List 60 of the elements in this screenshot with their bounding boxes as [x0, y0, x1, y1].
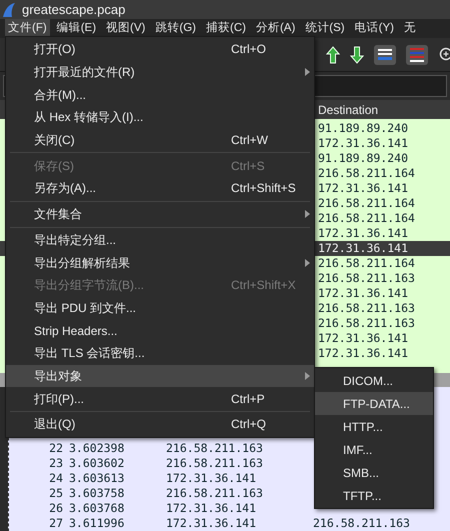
table-cell-text: 22 [48, 440, 63, 457]
table-cell-text: 25 [48, 484, 63, 502]
menu-bar-item[interactable]: 分析(A) [252, 19, 298, 38]
menu-item[interactable]: 合并(M)... [6, 83, 314, 106]
menu-item[interactable]: 导出对象 [6, 364, 314, 388]
menu-bar-item[interactable]: 无 [400, 19, 419, 38]
table-cell-text: 3.603758 [69, 484, 126, 502]
submenu-arrow-icon [305, 372, 310, 380]
menu-item[interactable]: 导出分组解析结果 [6, 251, 314, 274]
menu-item[interactable]: 导出特定分组... [6, 228, 314, 252]
menu-item[interactable]: 关闭(C) Ctrl+W [6, 128, 314, 152]
table-cell-text: 3.603613 [69, 470, 126, 487]
menu-bar-item[interactable]: 视图(V) [103, 19, 148, 38]
menu-item[interactable]: 打开(O) Ctrl+O [6, 38, 314, 61]
menu-bar-item[interactable]: 捕获(C) [202, 19, 249, 38]
menu-item[interactable]: DICOM... [315, 369, 433, 392]
table-cell-text: 216.58.211.163 [166, 454, 264, 472]
submenu-arrow-icon [305, 210, 310, 218]
table-cell-text: 3.611996 [69, 514, 126, 531]
fin-icon [2, 2, 16, 16]
table-cell-text: 172.31.36.141 [166, 500, 258, 517]
table-cell-text: 3.603768 [69, 500, 126, 517]
menu-item[interactable]: 打开最近的文件(R) [6, 60, 314, 84]
menu-bar-item[interactable]: 统计(S) [302, 19, 348, 38]
up-arrow-icon[interactable] [326, 46, 340, 64]
table-cell-text: 216.58.211.163 [166, 484, 264, 502]
menu-item[interactable]: 退出(Q) Ctrl+Q [6, 413, 314, 436]
menu-item[interactable]: 导出 PDU 到文件... [6, 296, 314, 320]
table-cell-text: 216.58.211.163 [166, 440, 264, 457]
down-arrow-icon[interactable] [350, 46, 364, 64]
table-cell: 216.58.211.163 [313, 514, 410, 531]
menu-item[interactable]: TFTP... [315, 484, 433, 507]
menu-item[interactable]: IMF... [315, 438, 433, 461]
table-cell-text: 26 [48, 500, 63, 517]
submenu-arrow-icon [305, 258, 310, 267]
colorize-icon[interactable] [406, 44, 428, 64]
menu-bar-item[interactable]: 电话(Y) [352, 19, 397, 38]
column-header[interactable]: Destination [318, 100, 378, 118]
menu-bar-item[interactable]: 跳转(G) [152, 19, 199, 38]
menu-item[interactable]: Strip Headers... [6, 319, 314, 342]
table-cell-text: 27 [48, 514, 63, 531]
table-cell-text: 172.31.36.141 [166, 514, 258, 531]
menu-item[interactable]: FTP-DATA... [315, 392, 433, 415]
menu-bar-item[interactable]: 编辑(E) [54, 19, 100, 38]
menu-item[interactable]: SMB... [315, 461, 433, 484]
menu-item[interactable]: 从 Hex 转储导入(I)... [6, 106, 314, 129]
menu-item[interactable]: 导出 TLS 会话密钥... [6, 342, 314, 365]
menu-item[interactable]: 打印(P)... Ctrl+P [6, 387, 314, 410]
table-cell-text: 3.603602 [69, 454, 126, 472]
menu-item[interactable]: HTTP... [315, 415, 433, 438]
table-cell-text: 3.602398 [69, 440, 126, 457]
table-cell-text: 23 [48, 454, 63, 472]
table-cell-text: 24 [48, 470, 63, 487]
autoscroll-icon[interactable] [374, 44, 396, 64]
window-title: greatescape.pcap [22, 0, 126, 19]
menu-item[interactable]: 文件集合 [6, 202, 314, 226]
zoom-in-icon[interactable] [438, 46, 450, 62]
table-cell-text: 172.31.36.141 [166, 470, 258, 487]
menu-item[interactable]: 另存为(A)... Ctrl+Shift+S [6, 177, 314, 200]
submenu-arrow-icon [305, 68, 310, 76]
